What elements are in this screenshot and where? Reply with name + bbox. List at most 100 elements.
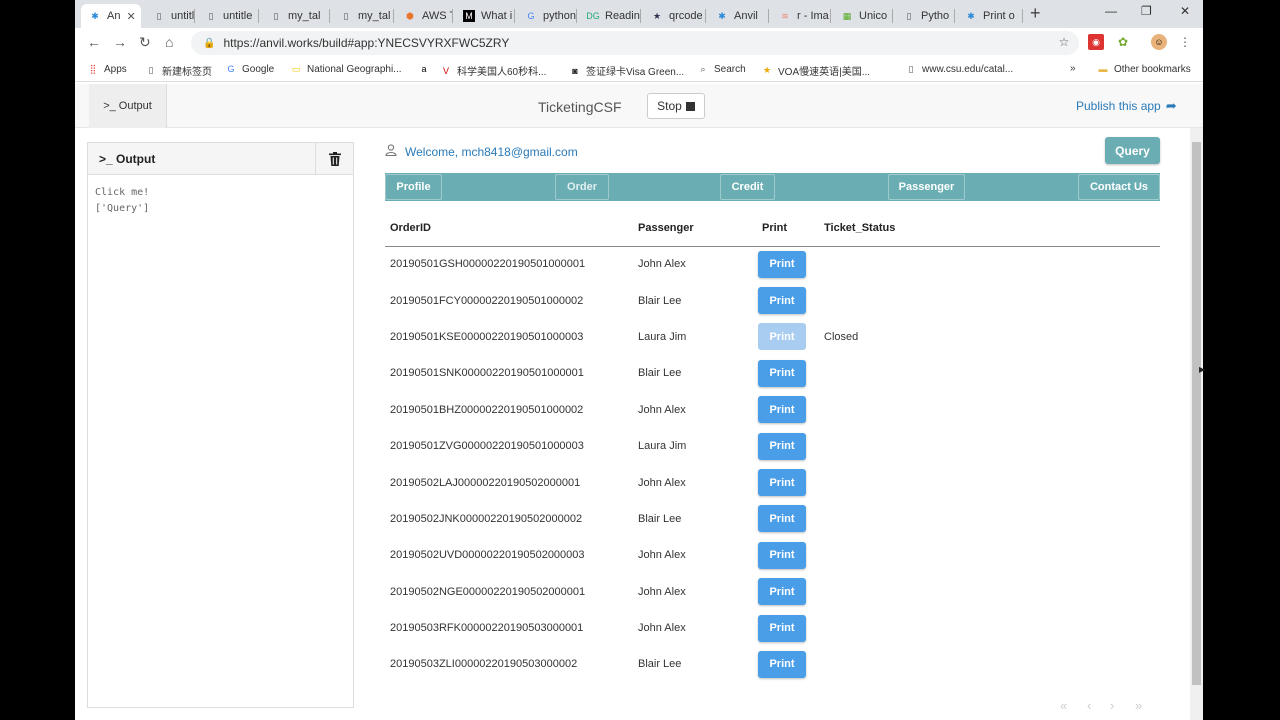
passenger-cell: Blair Lee	[638, 294, 682, 307]
voa-icon: V	[442, 65, 449, 76]
page-scrollbar[interactable]	[1190, 128, 1203, 720]
tab-separator	[830, 9, 831, 23]
close-window-icon[interactable]: ✕	[1180, 4, 1190, 18]
bookmark-item[interactable]: ▬ Other bookmarks	[1097, 63, 1191, 75]
browser-tab[interactable]: ▯ untitle	[197, 4, 259, 28]
bookmark-item[interactable]: G Google	[225, 63, 274, 75]
profile-avatar-icon[interactable]: ☺	[1151, 34, 1167, 50]
folder-icon: ▬	[1098, 64, 1108, 74]
print-button[interactable]: Print	[758, 650, 806, 678]
ticket-status-cell: Closed	[824, 330, 859, 343]
tab-separator	[768, 9, 769, 23]
back-icon[interactable]: ←	[87, 34, 101, 50]
close-tab-icon[interactable]: ✕	[126, 10, 135, 23]
browser-tab[interactable]: DG Readin	[579, 4, 641, 28]
home-icon[interactable]: ⌂	[165, 34, 173, 50]
bookmarks-bar: ⣿ Apps ▯ 新建标签页 G Google ▭ National Geographi...…	[75, 58, 1203, 82]
print-button[interactable]: Print	[758, 505, 806, 533]
browser-tab-title: Pytho	[921, 10, 950, 22]
tab-separator	[892, 9, 893, 23]
browser-tab-title: Anvil	[734, 10, 758, 22]
bookmark-item[interactable]: a	[418, 63, 435, 75]
table-row: 20190502LAJ00000220190502000001 John Alex…	[385, 464, 1160, 500]
browser-tab[interactable]: M What i	[455, 4, 515, 28]
tab-separator	[576, 9, 577, 23]
browser-tab[interactable]: ≋ r - Ima	[771, 4, 831, 28]
stop-button[interactable]: Stop	[647, 93, 705, 119]
browser-tab[interactable]: ✱ Print o	[957, 4, 1023, 28]
bookmark-item[interactable]: ⌕ Search	[697, 63, 745, 75]
bookmark-item[interactable]: ⣿ Apps	[87, 63, 127, 75]
restore-icon[interactable]: ❐	[1141, 4, 1152, 18]
tab-separator	[258, 9, 259, 23]
forward-icon[interactable]: →	[113, 34, 127, 50]
passenger-cell: Laura Jim	[638, 330, 687, 343]
more-bookmarks-icon[interactable]: »	[1070, 63, 1076, 74]
address-bar[interactable]: 🔒 https://anvil.works/build#app:YNECSVYR…	[191, 31, 1079, 55]
new-tab-button[interactable]: +	[1030, 3, 1041, 24]
print-button[interactable]: Print	[758, 250, 806, 278]
nav-contact-button[interactable]: Contact Us	[1078, 174, 1160, 200]
browser-tab[interactable]: ✱ Anvil	[708, 4, 769, 28]
print-button[interactable]: Print	[758, 541, 806, 569]
reload-icon[interactable]: ↻	[139, 34, 151, 51]
welcome-message: Welcome, mch8418@gmail.com	[385, 144, 578, 159]
bookmark-item[interactable]: ▭ National Geographi...	[290, 63, 402, 75]
query-button[interactable]: Query	[1105, 137, 1160, 164]
print-button[interactable]: Print	[758, 432, 806, 460]
trash-icon[interactable]	[315, 143, 353, 175]
browser-tab[interactable]: ▯ my_tal	[332, 4, 394, 28]
document-icon: ▯	[156, 10, 162, 21]
print-button[interactable]: Print	[758, 287, 806, 315]
bookmark-item[interactable]: ◙ 签证绿卡Visa Green...	[569, 63, 684, 79]
order-id-cell: 20190501GSH00000220190501000001	[390, 258, 586, 271]
extension-red-icon[interactable]: ◉	[1088, 34, 1104, 50]
print-button[interactable]: Print	[758, 359, 806, 387]
print-cell: Print	[757, 574, 819, 610]
print-button[interactable]: Print	[758, 614, 806, 642]
minimize-icon[interactable]: —	[1105, 4, 1117, 18]
print-cell: Print	[757, 501, 819, 537]
browser-tab[interactable]: ▯ my_tal	[262, 4, 330, 28]
browser-tab-title: untitle	[223, 10, 253, 22]
star-bookmark-icon[interactable]: ☆	[1056, 34, 1072, 50]
anvil-icon: ✱	[91, 10, 99, 21]
lock-icon: 🔒	[203, 37, 216, 49]
document-icon: ▯	[208, 10, 214, 21]
browser-tab[interactable]: ✱ An ✕	[81, 4, 141, 28]
browser-tab[interactable]: ▯ untitle	[145, 4, 195, 28]
nav-passenger-button[interactable]: Passenger	[888, 174, 965, 200]
bookmark-item[interactable]: ▯ www.csu.edu/catal...	[905, 63, 1014, 75]
nav-profile-button[interactable]: Profile	[385, 174, 442, 200]
print-button[interactable]: Print	[758, 469, 806, 497]
tab-separator	[705, 9, 706, 23]
print-button: Print	[758, 323, 806, 351]
browser-tab[interactable]: Gpython	[517, 4, 577, 28]
print-cell: Print	[757, 246, 819, 282]
output-tab[interactable]: >_ Output	[89, 84, 167, 128]
pager-next-icon[interactable]: ›	[1110, 698, 1114, 713]
bookmark-item[interactable]: V 科学美国人60秒科...	[440, 63, 546, 79]
print-button[interactable]: Print	[758, 396, 806, 424]
google-icon: G	[227, 64, 235, 74]
nav-credit-button[interactable]: Credit	[720, 174, 775, 200]
nav-order-button[interactable]: Order	[555, 174, 609, 200]
pager-first-icon[interactable]: «	[1060, 698, 1067, 713]
browser-tab[interactable]: ▯ Pytho	[895, 4, 955, 28]
bookmark-item[interactable]: ▯ 新建标签页	[145, 63, 212, 78]
browser-tab[interactable]: ▦ Unico	[833, 4, 893, 28]
browser-tab-title: Unico	[859, 10, 888, 22]
browser-tab[interactable]: ★ qrcode	[643, 4, 706, 28]
star-icon: ★	[762, 65, 772, 75]
table-row: 20190501SNK00000220190501000001 Blair Lee…	[385, 355, 1160, 391]
menu-kebab-icon[interactable]: ⋮	[1177, 34, 1193, 50]
print-button[interactable]: Print	[758, 578, 806, 606]
stop-label: Stop	[657, 99, 682, 113]
extension-green-icon[interactable]: ✿	[1115, 34, 1131, 50]
browser-tab[interactable]: ⬢ AWS T	[396, 4, 453, 28]
scrollbar-thumb[interactable]	[1192, 142, 1201, 685]
pager-prev-icon[interactable]: ‹	[1087, 698, 1091, 713]
bookmark-item[interactable]: ★ VOA慢速英语|美国...	[761, 63, 870, 78]
publish-link[interactable]: Publish this app ➦	[1076, 98, 1177, 114]
pager-last-icon[interactable]: »	[1135, 698, 1142, 713]
